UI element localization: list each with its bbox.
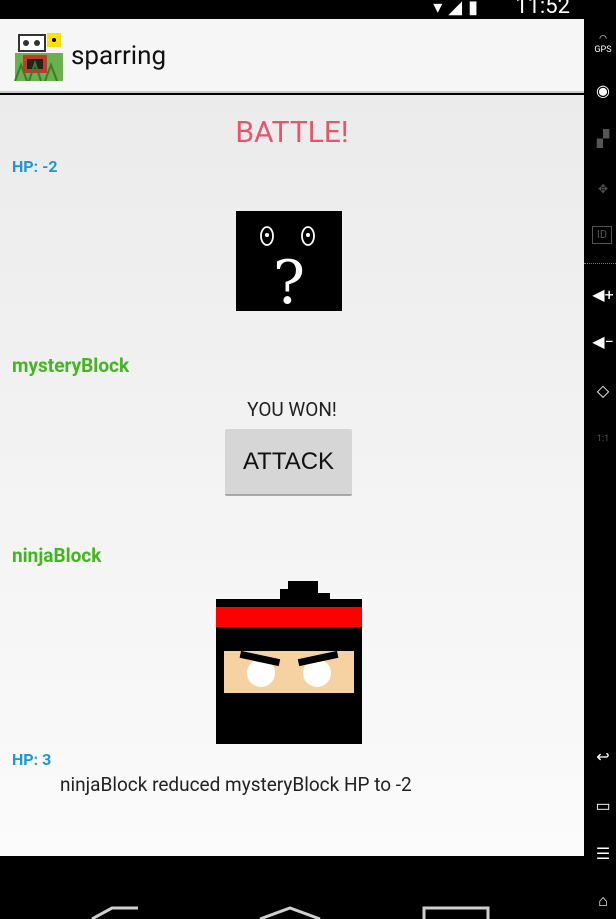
status-time: 11:52 [515,0,570,19]
battle-screen: BATTLE! HP: -2 ? mysteryBlock YOU WON! A… [0,95,584,856]
emulator-side-toolbar: ◠ GPS ◉ ▞ ✥ ID ◀+ ◀− ◇ 1:1 ↩ ▭ ☰ ⌂ [584,0,616,919]
side-toolbar-divider [584,263,616,264]
battle-result-text: YOU WON! [247,398,337,421]
attack-button[interactable]: ATTACK [225,429,352,496]
webcam-icon[interactable]: ◉ [592,80,614,102]
enemy-hp-label: HP: -2 [12,157,58,176]
clapperboard-icon[interactable]: ▞ [592,128,614,150]
ninja-block-sprite [216,581,362,744]
scale-icon[interactable]: 1:1 [592,428,614,450]
player-name: ninjaBlock [12,544,102,567]
dpad-icon[interactable]: ✥ [592,178,614,200]
rotate-icon[interactable]: ◇ [592,380,614,402]
action-bar: sparring [0,19,584,93]
enemy-name: mysteryBlock [12,354,130,377]
recent-apps-icon[interactable] [422,906,492,919]
back-icon[interactable] [90,906,140,919]
battle-title: BATTLE! [235,115,349,150]
svg-text:?: ? [273,248,305,311]
volume-down-icon[interactable]: ◀− [592,331,614,353]
app-logo-icon [13,29,65,81]
mystery-block-sprite: ? [236,211,342,311]
battle-log-text: ninjaBlock reduced mysteryBlock HP to -2 [60,773,412,796]
back-icon[interactable]: ↩ [592,746,614,768]
home-icon[interactable]: ⌂ [592,890,614,912]
player-hp-label: HP: 3 [12,750,52,769]
gps-icon[interactable]: ◠ GPS [592,34,614,56]
recent-apps-icon[interactable]: ☰ [592,843,614,865]
volume-up-icon[interactable]: ◀+ [592,284,614,306]
app-title: sparring [71,41,167,71]
navigation-bar [0,856,584,919]
home-icon[interactable] [258,906,322,919]
id-icon[interactable]: ID [592,226,612,244]
wifi-signal-battery-icons: ▾◢▮ [433,0,484,18]
menu-icon[interactable]: ▭ [592,795,614,817]
status-bar: ▾◢▮ 11:52 [0,0,584,19]
